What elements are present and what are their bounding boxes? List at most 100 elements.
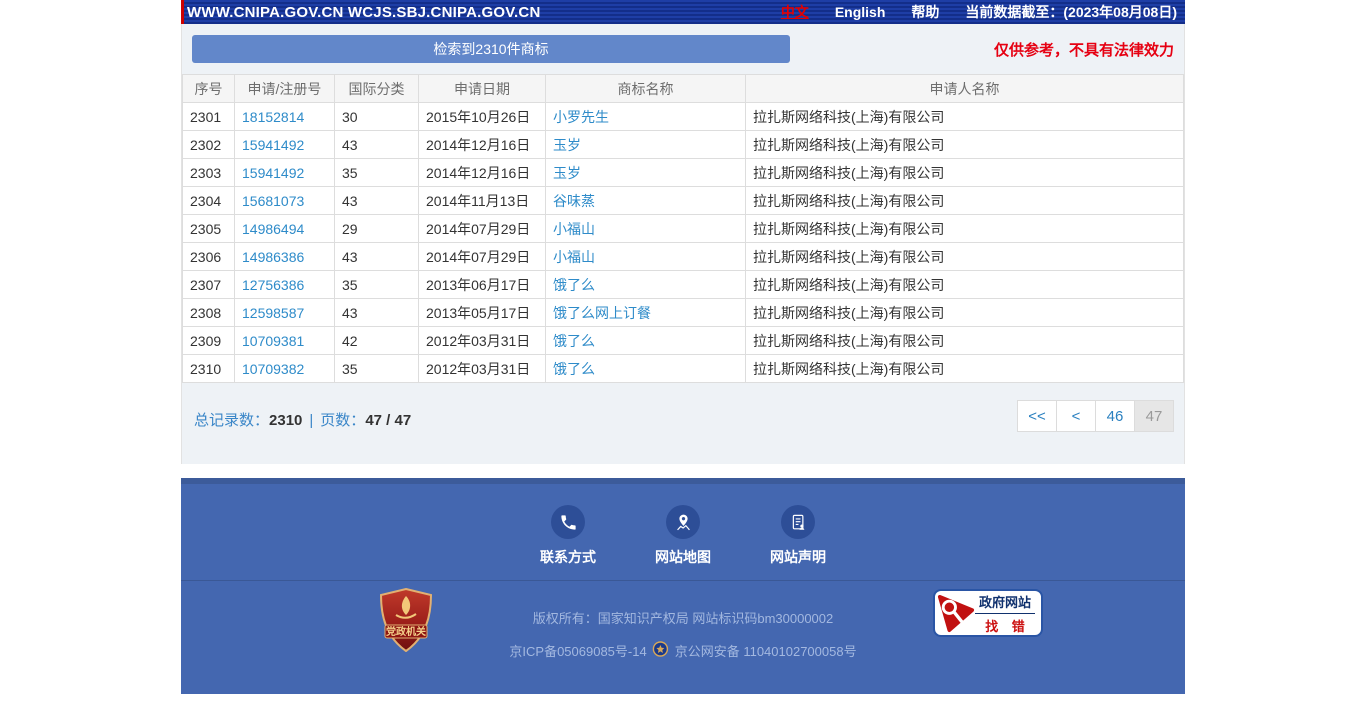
reg-no-link[interactable]: 15681073 [242,193,304,209]
cell-seq: 2309 [183,327,235,355]
mark-name-link[interactable]: 饿了么网上订餐 [553,305,651,321]
error-logo-text: 政府网站 找 错 [975,592,1035,635]
stats-band: 总记录数：2310|页数：47 / 47 << < 46 47 [182,383,1184,464]
disclaimer-text: 仅供参考，不具有法律效力 [994,39,1174,60]
pagination: << < 46 47 [1018,400,1174,432]
results-table: 序号 申请/注册号 国际分类 申请日期 商标名称 申请人名称 2301 1815… [182,74,1184,383]
cell-applicant: 拉扎斯网络科技(上海)有限公司 [746,187,1184,215]
main-box: 检索到2310件商标 仅供参考，不具有法律效力 序号 申请/注册号 国际分类 申… [181,24,1185,464]
toolbar: 检索到2310件商标 仅供参考，不具有法律效力 [182,24,1184,74]
prev-page-button[interactable]: < [1056,400,1096,432]
footer-link-label: 网站声明 [770,547,826,567]
footer-link-label: 联系方式 [540,547,596,567]
cell-apply-date: 2014年11月13日 [419,187,546,215]
cell-intl-class: 35 [335,159,419,187]
cell-applicant: 拉扎斯网络科技(上海)有限公司 [746,103,1184,131]
header-apply-date: 申请日期 [419,75,546,103]
cell-applicant: 拉扎斯网络科技(上海)有限公司 [746,327,1184,355]
table-row: 2306 14986386 43 2014年07月29日 小福山 拉扎斯网络科技… [183,243,1184,271]
cell-intl-class: 35 [335,271,419,299]
cell-mark-name: 饿了么 [546,355,746,383]
first-page-button[interactable]: << [1017,400,1057,432]
cell-reg-no: 12598587 [235,299,335,327]
map-pin-icon [666,505,700,539]
reg-no-link[interactable]: 15941492 [242,165,304,181]
table-header-row: 序号 申请/注册号 国际分类 申请日期 商标名称 申请人名称 [183,75,1184,103]
cell-intl-class: 43 [335,299,419,327]
cell-reg-no: 15681073 [235,187,335,215]
header-seq: 序号 [183,75,235,103]
data-cutoff-date: 当前数据截至：(2023年08月08日) [965,2,1177,22]
cell-intl-class: 43 [335,243,419,271]
cell-apply-date: 2012年03月31日 [419,355,546,383]
lang-english-link[interactable]: English [835,4,886,20]
copyright-line: 版权所有：国家知识产权局 网站标识码bm30000002 [509,608,856,627]
footer: 联系方式 网站地图 网站声明 [181,478,1185,694]
police-emblem-icon [653,641,669,660]
mark-name-link[interactable]: 饿了么 [553,277,595,293]
footer-link-contact[interactable]: 联系方式 [535,505,601,580]
topbar-menu: 中文 English 帮助 当前数据截至：(2023年08月08日) [781,2,1177,22]
cell-applicant: 拉扎斯网络科技(上海)有限公司 [746,215,1184,243]
total-records-value: 2310 [269,412,302,429]
cell-mark-name: 饿了么网上订餐 [546,299,746,327]
cell-mark-name: 玉岁 [546,131,746,159]
copyright-block: 版权所有：国家知识产权局 网站标识码bm30000002 京ICP备050690… [509,581,856,660]
reg-no-link[interactable]: 14986386 [242,249,304,265]
mark-name-link[interactable]: 玉岁 [553,137,581,153]
header-applicant: 申请人名称 [746,75,1184,103]
cell-reg-no: 14986494 [235,215,335,243]
reg-no-link[interactable]: 12756386 [242,277,304,293]
reg-no-link[interactable]: 15941492 [242,137,304,153]
reg-no-link[interactable]: 12598587 [242,305,304,321]
cell-seq: 2310 [183,355,235,383]
page-46-button[interactable]: 46 [1095,400,1135,432]
icp-line: 京ICP备05069085号-14 京公网安备 11040102700058号 [509,641,856,660]
cell-intl-class: 29 [335,215,419,243]
cell-mark-name: 玉岁 [546,159,746,187]
reg-no-link[interactable]: 14986494 [242,221,304,237]
lang-chinese-link[interactable]: 中文 [781,2,809,22]
cell-apply-date: 2014年07月29日 [419,243,546,271]
psb-number: 京公网安备 11040102700058号 [675,641,857,660]
table-row: 2304 15681073 43 2014年11月13日 谷味蒸 拉扎斯网络科技… [183,187,1184,215]
help-link[interactable]: 帮助 [911,2,939,22]
gov-site-error-report-logo[interactable]: 政府网站 找 错 [933,589,1043,637]
cell-intl-class: 42 [335,327,419,355]
cell-mark-name: 谷味蒸 [546,187,746,215]
footer-link-sitemap[interactable]: 网站地图 [650,505,716,580]
page-content: WWW.CNIPA.GOV.CN WCJS.SBJ.CNIPA.GOV.CN 中… [181,0,1185,694]
badge-text: 党政机关 [386,625,426,638]
cell-apply-date: 2014年12月16日 [419,159,546,187]
page-47-button-current[interactable]: 47 [1134,400,1174,432]
mark-name-link[interactable]: 饿了么 [553,361,595,377]
site-urls: WWW.CNIPA.GOV.CN WCJS.SBJ.CNIPA.GOV.CN [187,4,540,21]
mark-name-link[interactable]: 玉岁 [553,165,581,181]
footer-link-statement[interactable]: 网站声明 [765,505,831,580]
table-row: 2310 10709382 35 2012年03月31日 饿了么 拉扎斯网络科技… [183,355,1184,383]
cell-apply-date: 2013年06月17日 [419,271,546,299]
cell-mark-name: 小福山 [546,243,746,271]
mark-name-link[interactable]: 小罗先生 [553,109,609,125]
mark-name-link[interactable]: 谷味蒸 [553,193,595,209]
reg-no-link[interactable]: 18152814 [242,109,304,125]
cell-apply-date: 2014年12月16日 [419,131,546,159]
table-row: 2302 15941492 43 2014年12月16日 玉岁 拉扎斯网络科技(… [183,131,1184,159]
party-government-badge[interactable]: 党政机关 [378,588,434,652]
mark-name-link[interactable]: 饿了么 [553,333,595,349]
cell-applicant: 拉扎斯网络科技(上海)有限公司 [746,355,1184,383]
cell-mark-name: 饿了么 [546,271,746,299]
mark-name-link[interactable]: 小福山 [553,221,595,237]
footer-links: 联系方式 网站地图 网站声明 [181,484,1185,581]
cell-applicant: 拉扎斯网络科技(上海)有限公司 [746,299,1184,327]
reg-no-link[interactable]: 10709381 [242,333,304,349]
cell-seq: 2305 [183,215,235,243]
error-logo-action: 找 错 [975,614,1035,635]
pages-value: 47 / 47 [365,412,411,429]
cell-apply-date: 2012年03月31日 [419,327,546,355]
table-row: 2309 10709381 42 2012年03月31日 饿了么 拉扎斯网络科技… [183,327,1184,355]
reg-no-link[interactable]: 10709382 [242,361,304,377]
summary-divider: | [309,412,313,429]
cell-mark-name: 小福山 [546,215,746,243]
mark-name-link[interactable]: 小福山 [553,249,595,265]
